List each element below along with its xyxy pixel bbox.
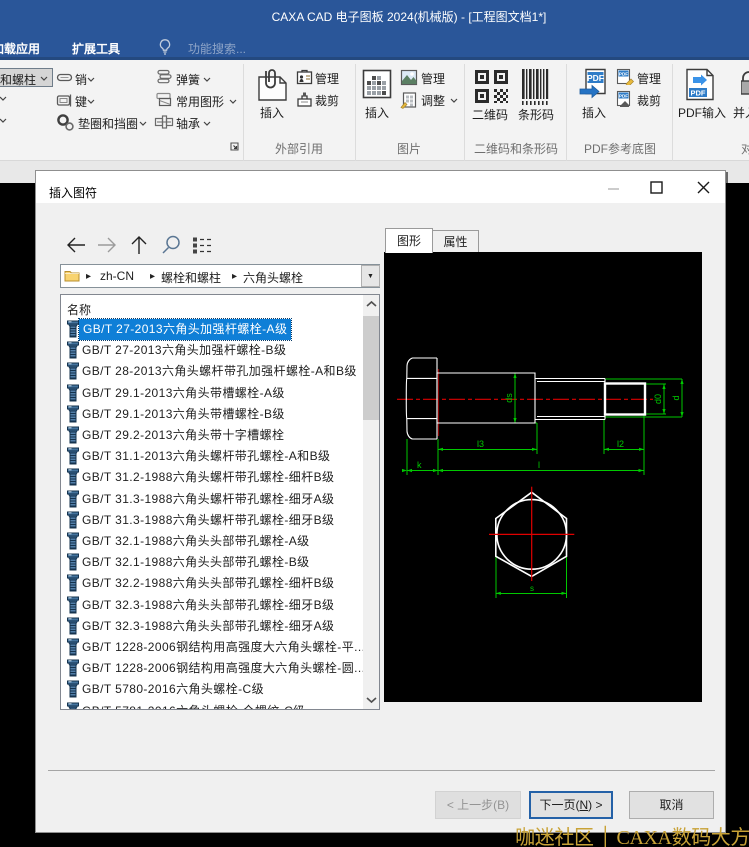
svg-text:s: s [530, 584, 534, 593]
svg-text:l3: l3 [477, 439, 484, 449]
svg-text:d0: d0 [653, 394, 663, 404]
svg-text:l: l [538, 460, 540, 470]
svg-text:ds: ds [504, 393, 514, 403]
svg-text:PDF: PDF [691, 88, 706, 97]
svg-text:PDF: PDF [619, 72, 628, 77]
svg-text:k: k [417, 460, 422, 470]
svg-text:l2: l2 [617, 439, 624, 449]
svg-text:PDF: PDF [587, 73, 604, 83]
svg-text:PDF: PDF [619, 94, 628, 99]
svg-text:d: d [671, 395, 681, 400]
